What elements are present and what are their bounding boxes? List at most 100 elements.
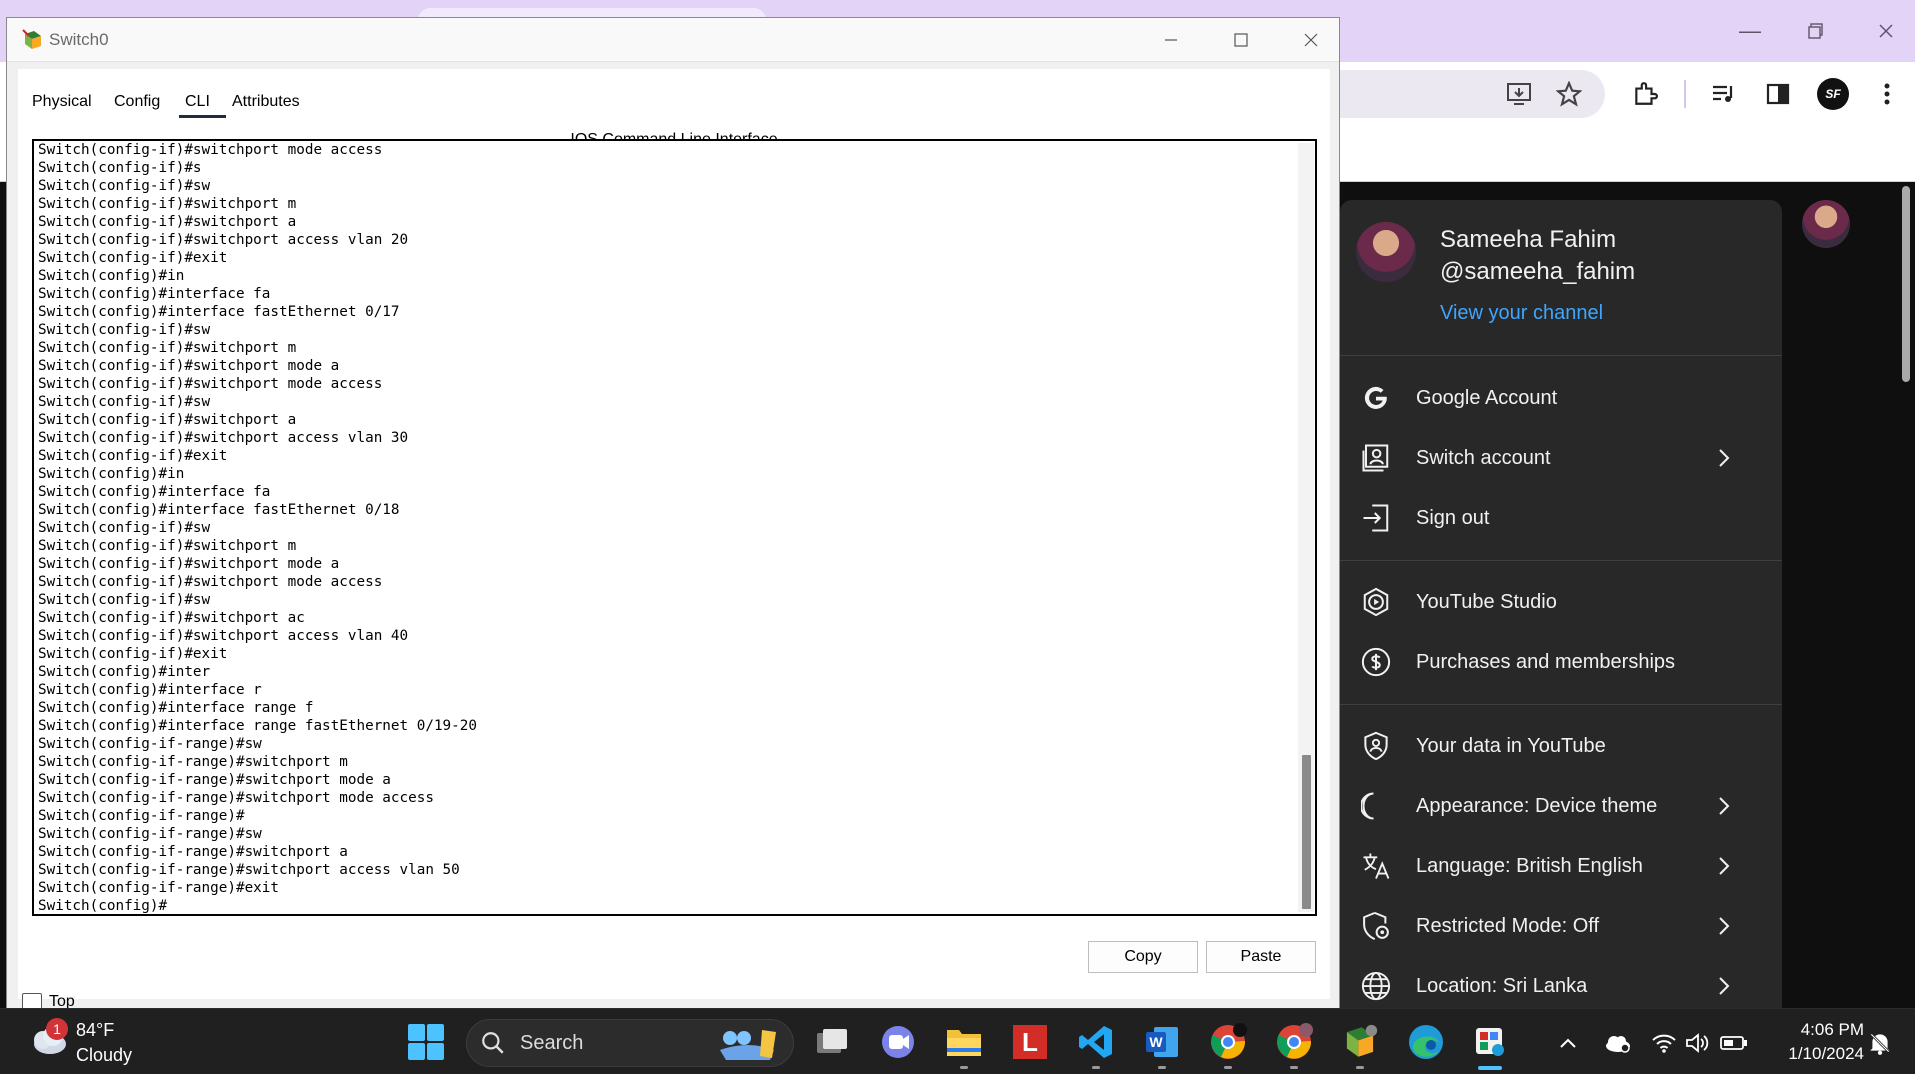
packet-tracer-active-icon[interactable] — [1468, 1020, 1512, 1064]
cli-line: Switch(config)#inter — [38, 664, 211, 680]
paste-button[interactable]: Paste — [1206, 941, 1316, 973]
chevron-right-icon — [1712, 446, 1736, 470]
cli-line: Switch(config-if)#exit — [38, 646, 228, 662]
cli-line: Switch(config)#interface fa — [38, 484, 271, 500]
cli-line: Switch(config)#in — [38, 268, 185, 284]
browser-minimize-icon[interactable]: — — [1730, 14, 1770, 48]
menu-item-your-data[interactable]: Your data in YouTube — [1340, 718, 1782, 774]
chevron-right-icon — [1712, 794, 1736, 818]
page-scrollbar[interactable] — [1902, 186, 1910, 382]
menu-icon[interactable] — [1867, 74, 1907, 114]
menu-item-purchases[interactable]: Purchases and memberships — [1340, 634, 1782, 690]
window-close-icon[interactable] — [1291, 24, 1331, 56]
window-titlebar[interactable]: Switch0 — [7, 18, 1339, 62]
cli-line: Switch(config-if-range)#switchport a — [38, 844, 348, 860]
menu-item-label: Google Account — [1416, 386, 1558, 409]
cli-line: Switch(config-if)#switchport a — [38, 412, 297, 428]
cli-line: Switch(config-if)#switchport m — [38, 538, 297, 554]
cli-line: Switch(config-if)#sw — [38, 520, 211, 536]
extensions-icon[interactable] — [1625, 74, 1665, 114]
cli-line: Switch(config-if)#sw — [38, 322, 211, 338]
tab-physical[interactable]: Physical — [32, 93, 92, 111]
window-minimize-icon[interactable] — [1151, 24, 1191, 56]
menu-item-label: Appearance: Device theme — [1416, 794, 1658, 817]
cli-terminal[interactable]: Switch(config-if)#switchport mode access… — [32, 139, 1317, 916]
view-channel-link[interactable]: View your channel — [1440, 302, 1603, 325]
tab-config[interactable]: Config — [114, 93, 160, 111]
cli-line: Switch(config-if-range)#switchport mode … — [38, 772, 391, 788]
menu-divider — [1340, 560, 1782, 561]
chrome-icon[interactable] — [1206, 1020, 1250, 1064]
menu-divider — [1340, 704, 1782, 705]
svg-text:W: W — [1149, 1034, 1163, 1050]
cli-line: Switch(config-if)#switchport a — [38, 214, 297, 230]
cli-line: Switch(config-if-range)#switchport mode … — [38, 790, 434, 806]
running-indicator — [1158, 1066, 1166, 1069]
cli-line: Switch(config-if)#switchport mode access — [38, 142, 383, 158]
cli-line: Switch(config-if)#switchport mode access — [38, 574, 383, 590]
teams-icon[interactable] — [876, 1020, 920, 1064]
menu-item-switch-account[interactable]: Switch account — [1340, 430, 1782, 486]
cli-line: Switch(config)#interface fastEthernet 0/… — [38, 304, 400, 320]
packet-tracer-icon[interactable] — [1338, 1020, 1382, 1064]
chrome-profile-icon[interactable] — [1272, 1020, 1316, 1064]
lastpass-icon[interactable]: L — [1008, 1020, 1052, 1064]
battery-icon[interactable] — [1720, 1030, 1748, 1056]
running-indicator — [960, 1066, 968, 1069]
youtube-avatar[interactable] — [1802, 200, 1850, 248]
restricted-mode-icon — [1358, 908, 1394, 944]
cli-line: Switch(config)#interface fastEthernet 0/… — [38, 502, 400, 518]
menu-item-location[interactable]: Location: Sri Lanka — [1340, 958, 1782, 1008]
menu-item-label: Language: British English — [1416, 854, 1643, 877]
menu-item-language[interactable]: Language: British English — [1340, 838, 1782, 894]
bookmark-star-icon[interactable] — [1549, 74, 1589, 114]
browser-close-icon[interactable] — [1866, 14, 1906, 48]
edge-icon[interactable] — [1404, 1020, 1448, 1064]
cli-line: Switch(config-if)#s — [38, 160, 202, 176]
media-controls-icon[interactable] — [1704, 74, 1744, 114]
cli-line: Switch(config-if-range)#sw — [38, 826, 262, 842]
weather-badge: 1 — [46, 1018, 68, 1040]
copy-button[interactable]: Copy — [1088, 941, 1198, 973]
task-view-icon[interactable] — [810, 1020, 854, 1064]
file-explorer-icon[interactable] — [942, 1020, 986, 1064]
active-app-indicator — [1478, 1066, 1502, 1070]
menu-item-google-account[interactable]: Google Account — [1340, 370, 1782, 426]
cli-line: Switch(config-if)#switchport access vlan… — [38, 430, 409, 446]
google-icon — [1358, 380, 1394, 416]
word-icon[interactable]: W — [1140, 1020, 1184, 1064]
menu-item-appearance[interactable]: Appearance: Device theme — [1340, 778, 1782, 834]
profile-icon[interactable]: SF — [1813, 74, 1853, 114]
vscode-icon[interactable] — [1074, 1020, 1118, 1064]
running-indicator — [1356, 1066, 1364, 1069]
clock-time[interactable]: 4:06 PM — [1760, 1020, 1864, 1040]
account-handle: @sameeha_fahim — [1440, 258, 1636, 285]
account-name: Sameeha Fahim — [1440, 226, 1617, 253]
volume-icon[interactable] — [1683, 1030, 1711, 1056]
cli-scrollbar-thumb[interactable] — [1302, 755, 1311, 909]
start-icon[interactable] — [408, 1024, 444, 1060]
shield-person-icon — [1358, 728, 1394, 764]
toolbar-divider — [1684, 80, 1686, 108]
tab-cli[interactable]: CLI — [185, 93, 210, 111]
cli-line: Switch(config-if)#switchport m — [38, 340, 297, 356]
weather-temperature[interactable]: 84°F — [76, 1020, 114, 1041]
switch-account-icon — [1358, 440, 1394, 476]
side-panel-icon[interactable] — [1758, 74, 1798, 114]
clock-date[interactable]: 1/10/2024 — [1760, 1044, 1864, 1064]
install-app-icon[interactable] — [1500, 74, 1540, 114]
chevron-up-icon[interactable] — [1554, 1030, 1582, 1056]
weather-condition[interactable]: Cloudy — [76, 1045, 132, 1066]
tab-attributes[interactable]: Attributes — [232, 93, 300, 111]
cli-line: Switch(config-if-range)#exit — [38, 880, 280, 896]
window-maximize-icon[interactable] — [1221, 24, 1261, 56]
wifi-icon[interactable] — [1650, 1030, 1678, 1056]
onedrive-icon[interactable] — [1603, 1030, 1631, 1056]
menu-item-youtube-studio[interactable]: YouTube Studio — [1340, 574, 1782, 630]
notification-icon[interactable] — [1866, 1030, 1894, 1056]
menu-item-sign-out[interactable]: Sign out — [1340, 490, 1782, 546]
cli-line: Switch(config-if)#exit — [38, 250, 228, 266]
menu-item-label: Restricted Mode: Off — [1416, 914, 1600, 937]
menu-item-restricted-mode[interactable]: Restricted Mode: Off — [1340, 898, 1782, 954]
browser-restore-icon[interactable] — [1796, 14, 1836, 48]
